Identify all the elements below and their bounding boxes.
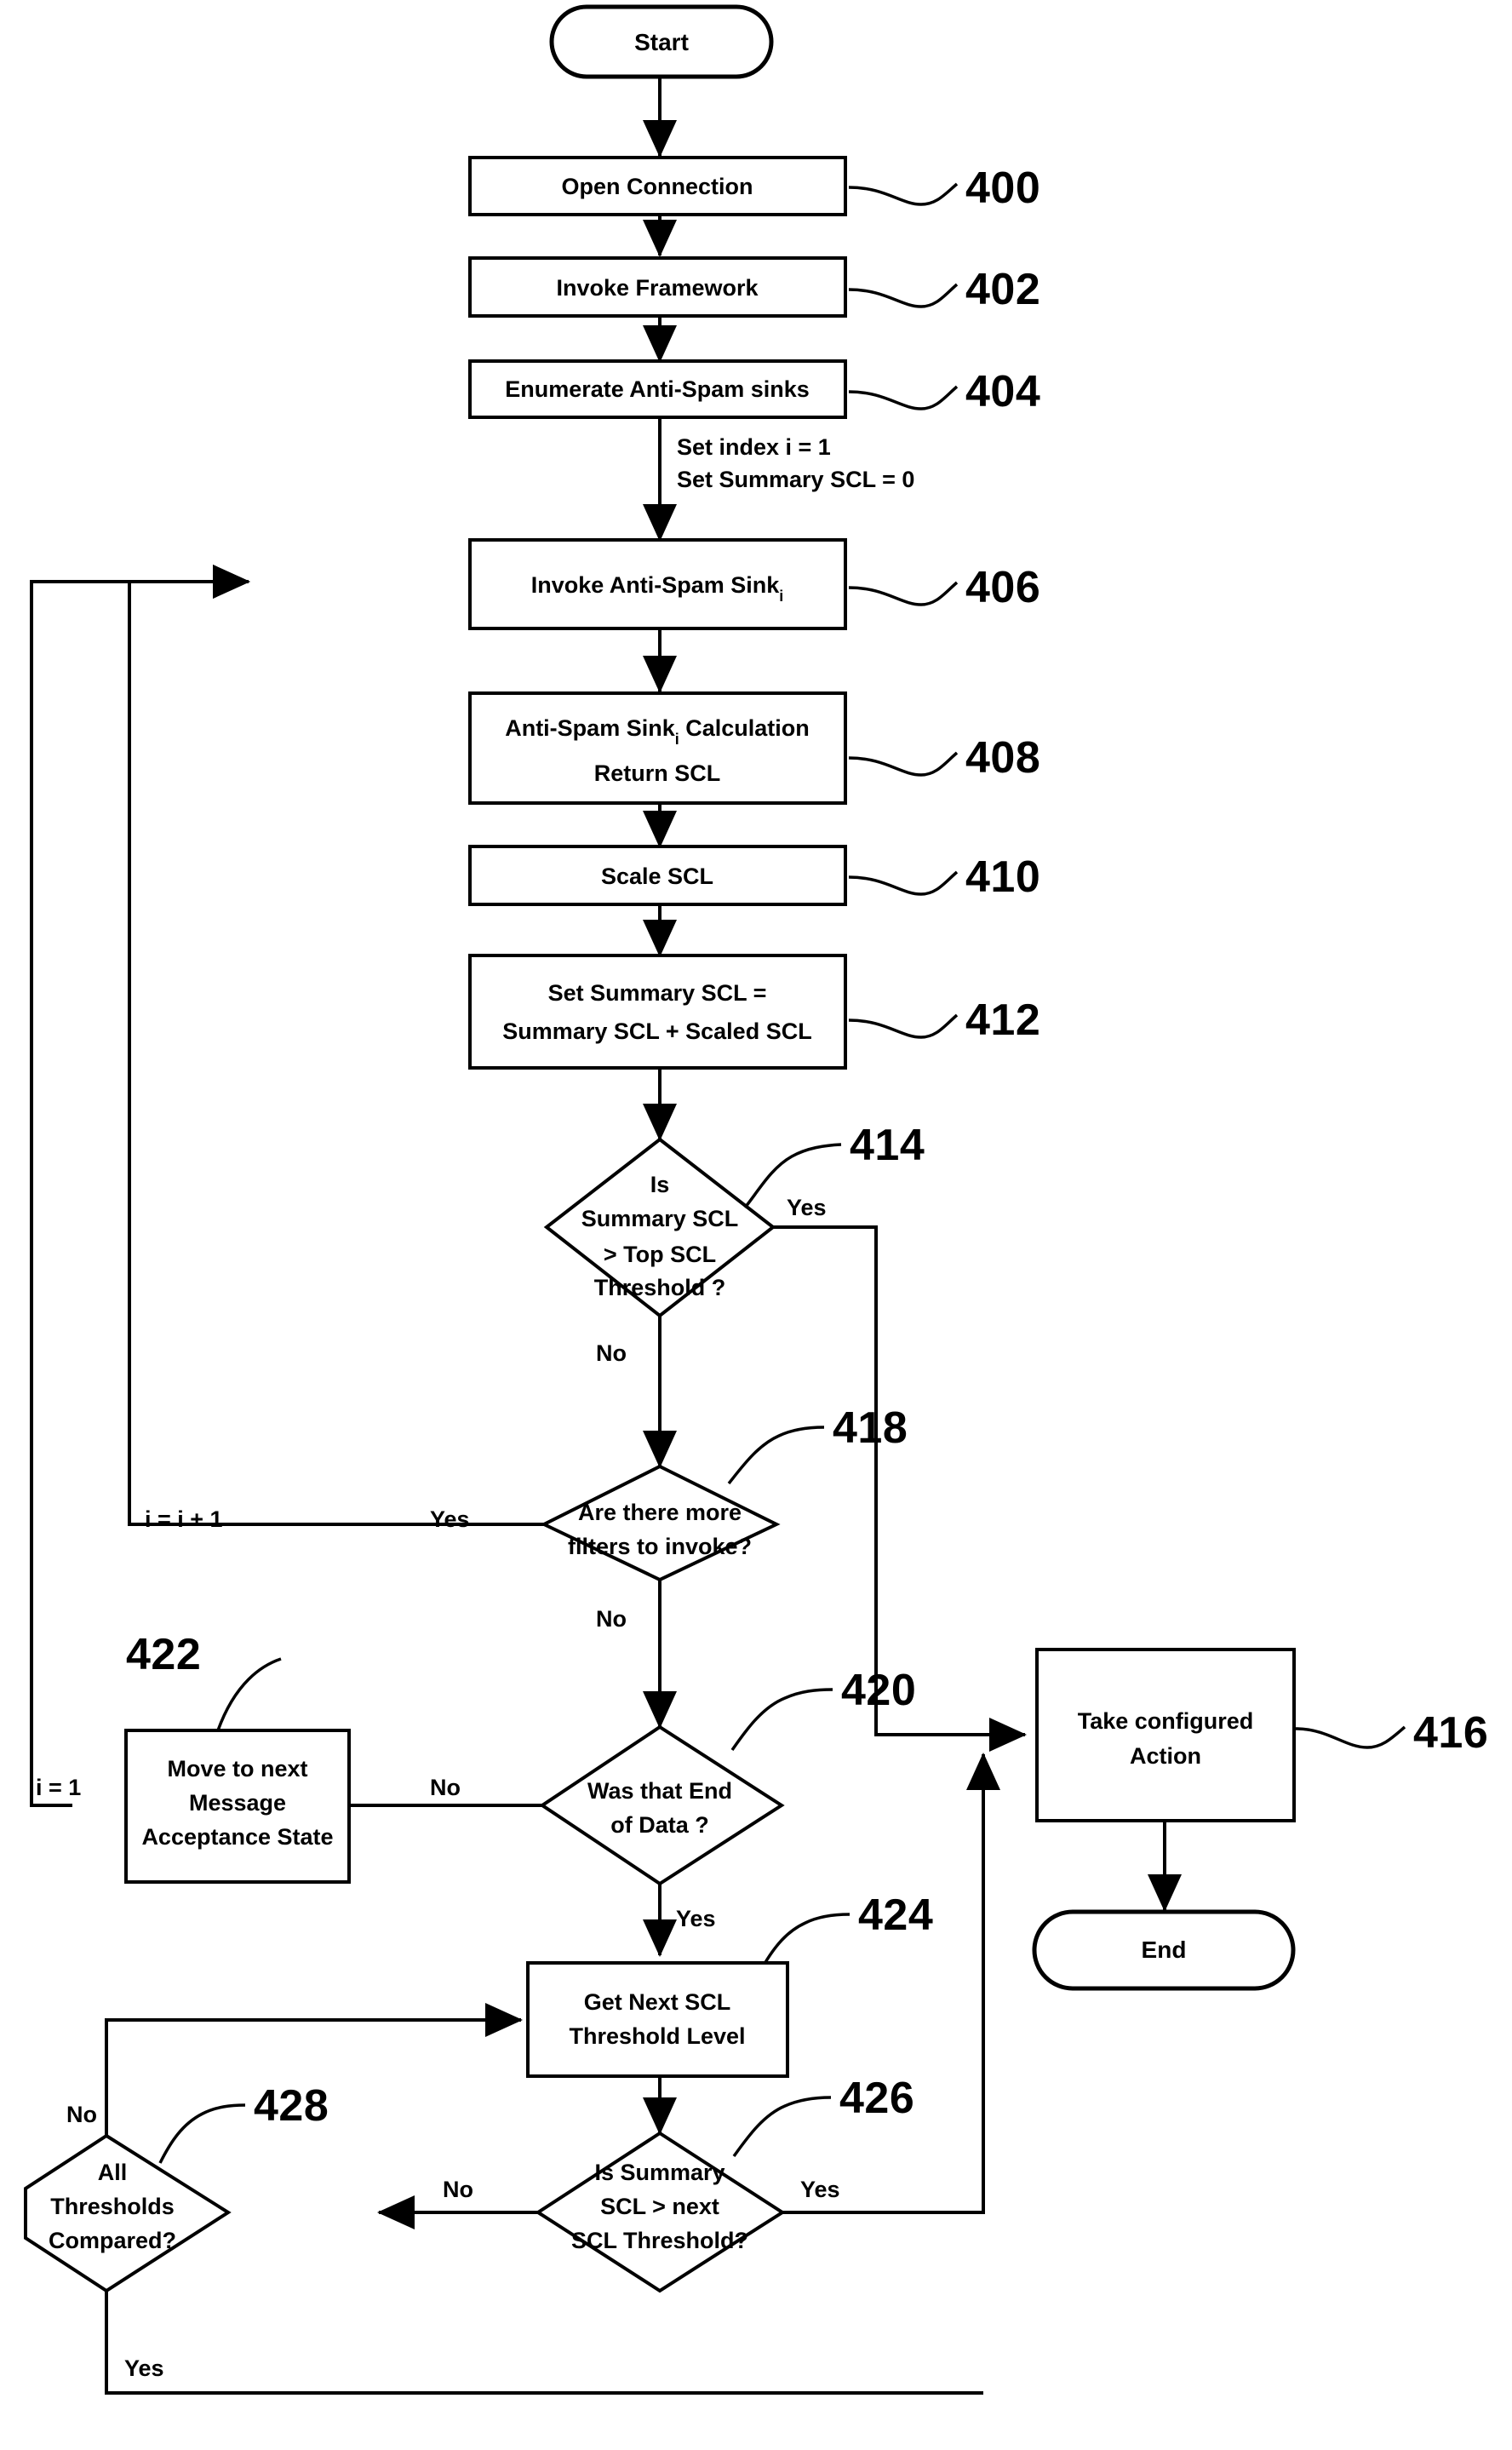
leader-416 — [1295, 1725, 1406, 1749]
node-422-label-line1: Move to next — [167, 1756, 307, 1782]
node-412-label-line2: Summary SCL + Scaled SCL — [502, 1018, 811, 1044]
node-420-label-line2: of Data ? — [610, 1812, 709, 1838]
node-404-label: Enumerate Anti-Spam sinks — [505, 376, 810, 402]
edge-label-420-yes: Yes — [676, 1906, 716, 1931]
ref-414: 414 — [850, 1121, 925, 1170]
ref-424: 424 — [858, 1891, 933, 1940]
node-412-label-line1: Set Summary SCL = — [548, 980, 767, 1006]
edge-label-414-no: No — [596, 1340, 627, 1366]
leader-428 — [158, 2103, 246, 2164]
ref-406: 406 — [965, 563, 1040, 612]
ref-426: 426 — [839, 2074, 914, 2123]
node-408-sink-calculation — [468, 691, 847, 805]
leader-400 — [848, 182, 959, 206]
node-424-label-line2: Threshold Level — [569, 2023, 745, 2049]
node-420-was-end-of-data — [539, 1724, 785, 1886]
leader-426 — [732, 2096, 832, 2158]
node-start-label: Start — [634, 29, 689, 55]
edge-426-yes-to-416 — [782, 1753, 1000, 2214]
node-416-label-line1: Take configured — [1078, 1708, 1254, 1734]
annotation-reset-i: i = 1 — [36, 1775, 81, 1800]
edge-label-426-no: No — [443, 2177, 473, 2202]
leader-410 — [848, 870, 959, 896]
node-414-label-line1: Is — [650, 1172, 670, 1197]
annotation-set-summary-scl: Set Summary SCL = 0 — [677, 467, 914, 492]
ref-410: 410 — [965, 852, 1040, 902]
leader-422 — [216, 1657, 282, 1731]
annotation-increment-i: i = i + 1 — [145, 1506, 223, 1532]
leader-412 — [848, 1013, 959, 1039]
leader-406 — [848, 581, 959, 606]
leader-418 — [727, 1426, 825, 1485]
ref-416: 416 — [1413, 1708, 1488, 1758]
edge-414-yes-to-416 — [773, 1225, 1027, 1752]
node-428-label-line3: Compared? — [49, 2228, 176, 2253]
node-410-label: Scale SCL — [601, 864, 713, 889]
node-418-label-line2: filters to invoke? — [568, 1534, 752, 1559]
node-422-label-line3: Acceptance State — [141, 1824, 333, 1850]
node-412-set-summary-scl — [468, 954, 847, 1070]
node-418-label-line1: Are there more — [578, 1500, 742, 1525]
edge-label-418-yes: Yes — [430, 1506, 470, 1532]
node-424-label-line1: Get Next SCL — [584, 1989, 731, 2015]
edge-label-418-no: No — [596, 1606, 627, 1632]
edge-label-420-no: No — [430, 1775, 461, 1800]
ref-402: 402 — [965, 265, 1040, 314]
edge-label-414-yes: Yes — [787, 1195, 827, 1220]
node-414-label-line2: Summary SCL — [581, 1206, 739, 1231]
node-426-label-line1: Is Summary — [594, 2160, 724, 2185]
ref-420: 420 — [841, 1666, 916, 1715]
flowchart-figure: Start Open Connection 400 Invoke Framewo… — [0, 0, 1512, 2450]
node-416-label-line2: Action — [1130, 1743, 1201, 1769]
edge-422-to-406 — [30, 565, 250, 1807]
leader-408 — [848, 751, 959, 777]
node-402-label: Invoke Framework — [556, 275, 759, 301]
leader-424 — [763, 1913, 850, 1965]
node-414-label-line4: Threshold ? — [594, 1275, 726, 1300]
node-414-label-line3: > Top SCL — [604, 1242, 716, 1267]
ref-400: 400 — [965, 164, 1040, 213]
leader-402 — [848, 283, 959, 308]
ref-418: 418 — [833, 1403, 908, 1453]
node-408-label-line2: Return SCL — [594, 760, 721, 786]
edge-label-428-no: No — [66, 2102, 97, 2127]
node-422-label-line2: Message — [189, 1790, 286, 1816]
node-400-label: Open Connection — [562, 174, 753, 199]
ref-422: 422 — [126, 1630, 201, 1679]
node-420-label-line1: Was that End — [587, 1778, 732, 1804]
annotation-set-index: Set index i = 1 — [677, 434, 831, 460]
node-end-label: End — [1142, 1936, 1187, 1963]
edge-label-426-yes: Yes — [800, 2177, 840, 2202]
ref-412: 412 — [965, 995, 1040, 1045]
node-416-take-configured-action — [1035, 1648, 1296, 1822]
leader-420 — [730, 1688, 833, 1751]
node-426-label-line2: SCL > next — [600, 2194, 719, 2219]
ref-404: 404 — [965, 367, 1040, 416]
edge-428-yes-to-416-riser — [105, 2291, 983, 2395]
edge-label-428-yes: Yes — [124, 2355, 164, 2381]
node-426-label-line3: SCL Threshold? — [571, 2228, 748, 2253]
leader-404 — [848, 385, 959, 410]
ref-428: 428 — [254, 2081, 329, 2131]
flowchart-canvas: Start Open Connection 400 Invoke Framewo… — [24, 4, 1488, 2395]
node-428-label-line1: All — [98, 2160, 128, 2185]
node-424-get-next-threshold — [526, 1961, 789, 2078]
ref-408: 408 — [965, 733, 1040, 783]
node-428-label-line2: Thresholds — [50, 2194, 175, 2219]
